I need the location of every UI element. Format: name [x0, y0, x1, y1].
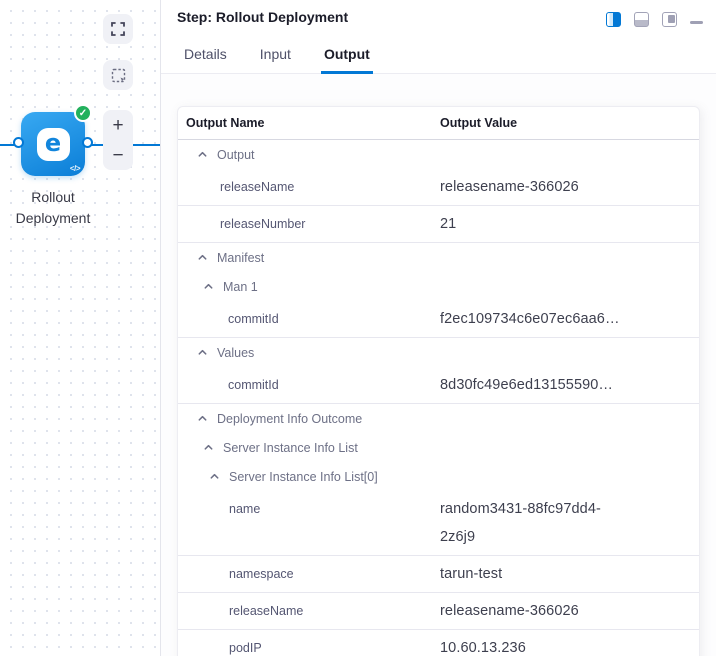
tab-bar: Details Input Output — [161, 40, 716, 74]
output-name-cell: commitId — [178, 371, 440, 399]
marquee-select-icon — [111, 68, 126, 83]
chevron-up-icon[interactable] — [197, 149, 208, 160]
expand-canvas-button[interactable] — [103, 14, 133, 44]
step-details-panel: Step: Rollout Deployment Details Input O… — [161, 0, 716, 656]
group-label: Values — [217, 346, 254, 360]
zoom-in-icon: + — [112, 116, 123, 135]
code-icon: </> — [70, 164, 80, 173]
split-bottom-icon[interactable] — [634, 12, 649, 27]
app-window: e </> ✓ Rollout Deployment + − — [0, 0, 716, 656]
table-row: commitId 8d30fc49e6ed13155590… — [178, 367, 699, 404]
minimize-icon[interactable] — [690, 21, 703, 24]
output-name-cell: namespace — [178, 560, 440, 588]
group-row-values[interactable]: Values — [178, 338, 699, 367]
output-value-cell: releasename-366026 — [440, 173, 626, 201]
group-label: Server Instance Info List[0] — [229, 470, 378, 484]
group-row-server-instance-info-list[interactable]: Server Instance Info List — [178, 433, 699, 462]
chevron-up-icon[interactable] — [203, 442, 214, 453]
output-name-cell: name — [178, 495, 440, 523]
output-value-cell: releasename-366026 — [440, 597, 626, 625]
node-label: Rollout Deployment — [0, 187, 106, 229]
marquee-select-button[interactable] — [103, 60, 133, 90]
node-input-port[interactable] — [13, 137, 24, 148]
column-header-output-value: Output Value — [440, 116, 699, 130]
column-header-output-name: Output Name — [178, 116, 440, 130]
table-row: releaseName releasename-366026 — [178, 593, 699, 630]
output-name-cell: releaseNumber — [178, 210, 440, 238]
float-panel-icon[interactable] — [662, 12, 677, 27]
output-name-cell: releaseName — [178, 597, 440, 625]
page-title: Step: Rollout Deployment — [177, 9, 348, 25]
group-row-manifest[interactable]: Manifest — [178, 243, 699, 272]
table-row: releaseName releasename-366026 — [178, 169, 699, 206]
table-row: podIP 10.60.13.236 — [178, 630, 699, 656]
output-name-cell: releaseName — [178, 173, 440, 201]
chevron-up-icon[interactable] — [197, 252, 208, 263]
output-value-cell: 8d30fc49e6ed13155590… — [440, 371, 626, 399]
chevron-up-icon[interactable] — [197, 413, 208, 424]
table-header-row: Output Name Output Value — [178, 107, 699, 140]
tab-input[interactable]: Input — [257, 40, 294, 74]
chevron-up-icon[interactable] — [197, 347, 208, 358]
group-label: Man 1 — [223, 280, 258, 294]
group-label: Server Instance Info List — [223, 441, 358, 455]
expand-icon — [111, 22, 125, 36]
table-row: releaseNumber 21 — [178, 206, 699, 243]
output-table: Output Name Output Value Output releaseN… — [177, 106, 700, 656]
zoom-out-button[interactable]: − — [103, 140, 133, 170]
split-right-icon[interactable] — [606, 12, 621, 27]
table-row: name random3431-88fc97dd4-2z6j9 — [178, 491, 699, 556]
group-label: Deployment Info Outcome — [217, 412, 362, 426]
chevron-up-icon[interactable] — [209, 471, 220, 482]
pipeline-canvas[interactable]: e </> ✓ Rollout Deployment + − — [0, 0, 161, 656]
rollout-step-icon: e — [37, 128, 70, 161]
group-row-man-1[interactable]: Man 1 — [178, 272, 699, 301]
group-row-server-instance-info-list-0[interactable]: Server Instance Info List[0] — [178, 462, 699, 491]
output-name-cell: commitId — [178, 305, 440, 333]
output-value-cell: 10.60.13.236 — [440, 634, 626, 656]
output-value-cell: random3431-88fc97dd4-2z6j9 — [440, 495, 626, 551]
output-name-cell: podIP — [178, 634, 440, 656]
tab-details[interactable]: Details — [181, 40, 230, 74]
rollout-deployment-node[interactable]: e </> ✓ — [21, 112, 85, 176]
panel-header: Step: Rollout Deployment — [161, 0, 716, 27]
group-row-deployment-info-outcome[interactable]: Deployment Info Outcome — [178, 404, 699, 433]
group-label: Output — [217, 148, 255, 162]
chevron-up-icon[interactable] — [203, 281, 214, 292]
table-row: commitId f2ec109734c6e07ec6aa6… — [178, 301, 699, 338]
table-row: namespace tarun-test — [178, 556, 699, 593]
zoom-controls: + − — [103, 110, 133, 170]
zoom-out-icon: − — [112, 146, 123, 165]
success-check-icon: ✓ — [74, 104, 92, 122]
group-label: Manifest — [217, 251, 264, 265]
zoom-in-button[interactable]: + — [103, 110, 133, 140]
output-value-cell: f2ec109734c6e07ec6aa6… — [440, 305, 626, 333]
panel-layout-controls — [606, 12, 703, 27]
output-value-cell: tarun-test — [440, 560, 626, 588]
group-row-output[interactable]: Output — [178, 140, 699, 169]
harness-logo-glyph: e — [45, 131, 61, 155]
tab-output[interactable]: Output — [321, 40, 373, 74]
tab-content: Output Name Output Value Output releaseN… — [161, 74, 716, 656]
output-value-cell: 21 — [440, 210, 626, 238]
node-output-port[interactable] — [82, 137, 93, 148]
